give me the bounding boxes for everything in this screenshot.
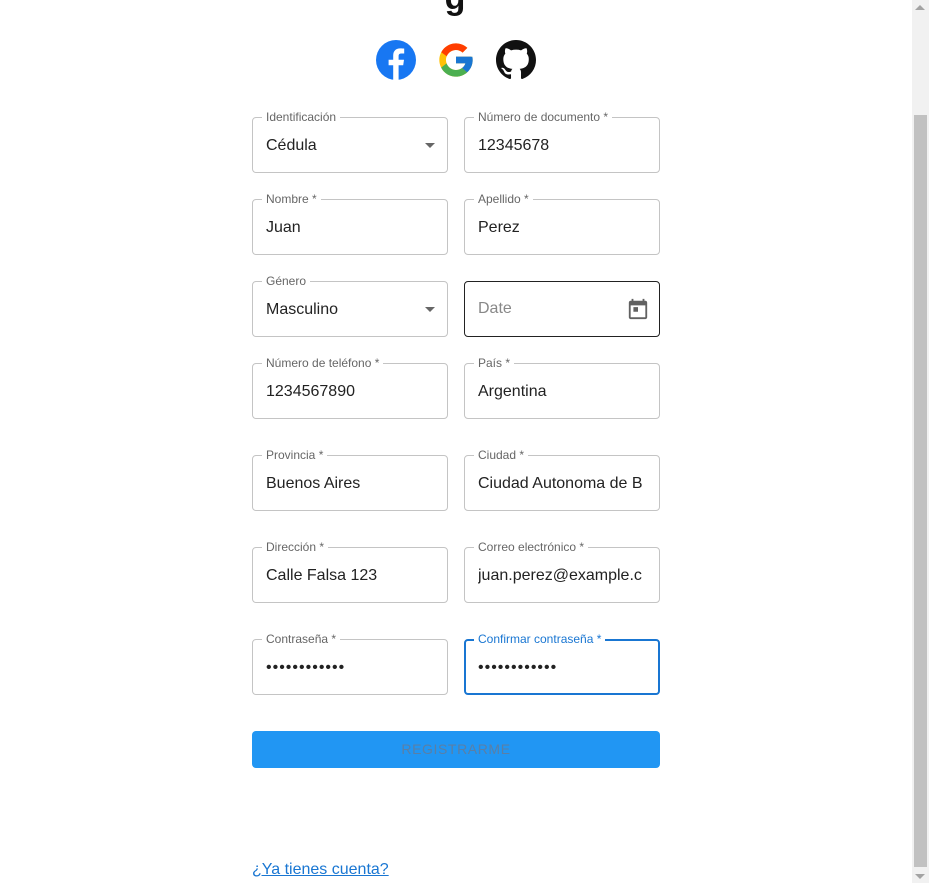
address-label: Dirección * bbox=[262, 540, 329, 554]
last-name-field[interactable]: Apellido * Perez bbox=[464, 192, 660, 255]
identification-select[interactable]: Identificación Cédula bbox=[252, 110, 448, 173]
first-name-value: Juan bbox=[266, 219, 301, 236]
register-button[interactable]: REGISTRARME bbox=[252, 731, 660, 768]
phone-value: 1234567890 bbox=[266, 383, 355, 400]
identification-label: Identificación bbox=[262, 110, 341, 124]
document-number-label: Número de documento * bbox=[474, 110, 613, 124]
gender-select[interactable]: Género Masculino bbox=[252, 274, 448, 337]
city-field[interactable]: Ciudad * Ciudad Autonoma de B bbox=[464, 448, 660, 511]
gender-value: Masculino bbox=[266, 301, 339, 318]
province-label: Provincia * bbox=[262, 448, 328, 462]
city-label: Ciudad * bbox=[474, 448, 529, 462]
gender-label: Género bbox=[262, 274, 311, 288]
password-label: Contraseña * bbox=[262, 632, 341, 646]
confirm-password-value: •••••••••••• bbox=[478, 659, 558, 676]
date-field[interactable]: Date bbox=[464, 281, 660, 337]
password-field[interactable]: Contraseña * •••••••••••• bbox=[252, 632, 448, 695]
address-value: Calle Falsa 123 bbox=[266, 567, 378, 584]
document-number-field[interactable]: Número de documento * 12345678 bbox=[464, 110, 660, 173]
email-label: Correo electrónico * bbox=[474, 540, 589, 554]
province-value: Buenos Aires bbox=[266, 475, 361, 492]
password-value: •••••••••••• bbox=[266, 659, 346, 676]
google-icon[interactable] bbox=[436, 40, 476, 80]
confirm-password-field[interactable]: Confirmar contraseña * •••••••••••• bbox=[464, 632, 660, 695]
register-page: g Identificación Cédula Número de docume… bbox=[0, 0, 912, 883]
scrollbar-thumb[interactable] bbox=[914, 115, 927, 867]
country-field[interactable]: País * Argentina bbox=[464, 356, 660, 419]
github-icon[interactable] bbox=[496, 40, 536, 80]
chevron-down-icon bbox=[425, 307, 435, 312]
confirm-password-label: Confirmar contraseña * bbox=[474, 632, 606, 646]
country-value: Argentina bbox=[478, 383, 547, 400]
first-name-label: Nombre * bbox=[262, 192, 321, 206]
country-label: País * bbox=[474, 356, 515, 370]
date-placeholder: Date bbox=[478, 300, 512, 317]
email-field[interactable]: Correo electrónico * juan.perez@example.… bbox=[464, 540, 660, 603]
login-link[interactable]: ¿Ya tienes cuenta? bbox=[252, 860, 389, 880]
last-name-label: Apellido * bbox=[474, 192, 533, 206]
first-name-field[interactable]: Nombre * Juan bbox=[252, 192, 448, 255]
city-value: Ciudad Autonoma de B bbox=[478, 475, 643, 492]
phone-field[interactable]: Número de teléfono * 1234567890 bbox=[252, 356, 448, 419]
scroll-down-arrow-icon[interactable] bbox=[915, 874, 925, 879]
address-field[interactable]: Dirección * Calle Falsa 123 bbox=[252, 540, 448, 603]
facebook-icon[interactable] bbox=[376, 40, 416, 80]
chevron-down-icon bbox=[425, 143, 435, 148]
email-value: juan.perez@example.c bbox=[478, 567, 642, 584]
scroll-up-arrow-icon[interactable] bbox=[915, 5, 925, 10]
province-field[interactable]: Provincia * Buenos Aires bbox=[252, 448, 448, 511]
calendar-icon[interactable] bbox=[627, 298, 649, 320]
identification-value: Cédula bbox=[266, 137, 317, 154]
document-number-value: 12345678 bbox=[478, 137, 550, 154]
phone-label: Número de teléfono * bbox=[262, 356, 384, 370]
last-name-value: Perez bbox=[478, 219, 520, 236]
page-title: g bbox=[400, 0, 510, 18]
